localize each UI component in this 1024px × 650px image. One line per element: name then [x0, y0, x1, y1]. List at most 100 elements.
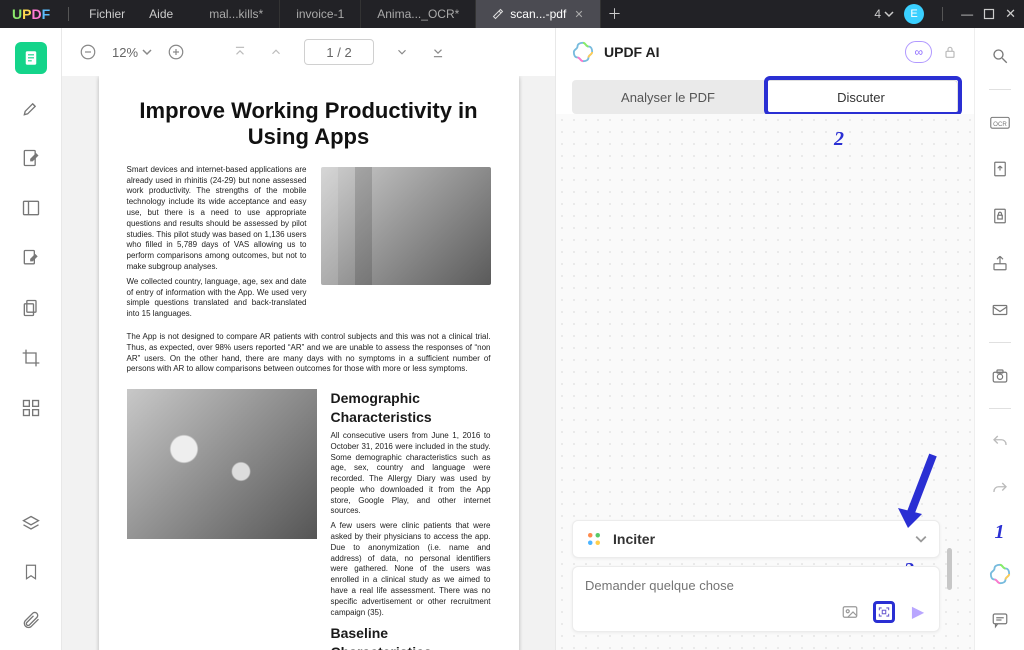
right-toolbar: OCR 1	[974, 28, 1024, 650]
layers-button[interactable]	[15, 508, 47, 540]
chevron-down-icon	[884, 9, 894, 19]
ai-tab-analyze[interactable]: Analyser le PDF	[572, 80, 764, 114]
panel-tool-button[interactable]	[15, 192, 47, 224]
updf-ai-logo-icon	[572, 41, 594, 63]
zoom-out-button[interactable]	[76, 40, 100, 64]
zoom-in-button[interactable]	[164, 40, 188, 64]
search-icon	[991, 47, 1009, 65]
crop-icon	[21, 348, 41, 368]
annotation-label-1: 1	[995, 521, 1005, 544]
copy-tool-button[interactable]	[15, 292, 47, 324]
doc-pane[interactable]: Improve Working Productivity in Using Ap…	[62, 76, 555, 650]
menu-help[interactable]: Aide	[149, 7, 173, 21]
paperclip-icon	[21, 610, 41, 630]
mail-icon	[991, 301, 1009, 319]
export-icon	[991, 160, 1009, 178]
edit-icon	[492, 8, 504, 20]
chevron-down-icon	[395, 45, 409, 59]
undo-button[interactable]	[984, 427, 1016, 456]
doc-tab[interactable]: mal...kills*	[193, 0, 280, 28]
redo-button[interactable]	[984, 474, 1016, 503]
comment-icon	[991, 611, 1009, 629]
undo-icon	[991, 433, 1009, 451]
avatar[interactable]: E	[904, 4, 924, 24]
annotation-label-2: 2	[834, 128, 844, 151]
doc-heading: Baseline Characteristics	[331, 624, 491, 650]
window-close[interactable]: ✕	[1005, 6, 1016, 22]
last-page-button[interactable]	[426, 40, 450, 64]
shield-lock-icon	[991, 207, 1009, 225]
tab-count[interactable]: 4	[874, 7, 894, 21]
share-icon	[991, 254, 1009, 272]
inciter-dropdown[interactable]: Inciter	[572, 520, 940, 558]
infinity-button[interactable]: ∞	[905, 41, 932, 63]
bookmark-button[interactable]	[15, 556, 47, 588]
doc-tab[interactable]: invoice-1	[280, 0, 361, 28]
zoom-out-icon	[79, 43, 97, 61]
pen-page-icon	[21, 148, 41, 168]
ai-tab-discuss[interactable]: Discuter	[764, 80, 958, 114]
chevron-down-icon	[142, 47, 152, 57]
prev-page-button[interactable]	[264, 40, 288, 64]
image-button[interactable]	[839, 601, 861, 623]
screenshot-button[interactable]	[873, 601, 895, 623]
text-tool-button[interactable]	[15, 142, 47, 174]
page-indicator[interactable]: 1 / 2	[304, 39, 374, 65]
image-icon	[841, 603, 859, 621]
zoom-dropdown[interactable]: 12%	[112, 45, 152, 60]
share-button[interactable]	[984, 249, 1016, 278]
apps-icon	[585, 530, 603, 548]
inciter-label: Inciter	[613, 531, 905, 547]
attachment-button[interactable]	[15, 604, 47, 636]
page-tool-button[interactable]	[15, 42, 47, 74]
viewer-toolbar: 12% 1 / 2	[62, 28, 555, 76]
note-tool-button[interactable]	[15, 242, 47, 274]
grid-icon	[21, 398, 41, 418]
ocr-icon: OCR	[990, 113, 1010, 131]
crop-tool-button[interactable]	[15, 342, 47, 374]
ai-toggle-button[interactable]	[984, 558, 1016, 590]
doc-title: Improve Working Productivity in Using Ap…	[127, 98, 491, 151]
annotation-arrow-1	[888, 450, 938, 540]
add-tab-button[interactable]: ＋	[601, 0, 629, 28]
first-page-button[interactable]	[228, 40, 252, 64]
search-button[interactable]	[984, 42, 1016, 71]
ai-ask-input[interactable]	[585, 578, 927, 593]
ai-body: 2 Inciter 3 ▶	[556, 114, 974, 650]
highlight-tool-button[interactable]	[15, 92, 47, 124]
ai-ask-box: ▶	[572, 566, 940, 632]
window-maximize[interactable]	[983, 8, 995, 20]
note-pen-icon	[21, 248, 41, 268]
ai-panel-title: UPDF AI	[604, 44, 895, 60]
protect-button[interactable]	[984, 202, 1016, 231]
save-image-button[interactable]	[984, 361, 1016, 390]
ai-tabs: Analyser le PDF Discuter	[572, 80, 958, 114]
left-toolbar	[0, 28, 62, 650]
export-button[interactable]	[984, 155, 1016, 184]
lock-icon[interactable]	[942, 44, 958, 60]
photo-office	[127, 389, 317, 539]
scrollbar-thumb[interactable]	[947, 548, 952, 590]
sidebar-icon	[21, 198, 41, 218]
doc-tab-active[interactable]: scan...-pdf ✕	[476, 0, 600, 28]
comments-button[interactable]	[984, 604, 1016, 636]
page-icon	[22, 49, 40, 67]
grid-tool-button[interactable]	[15, 392, 47, 424]
menu-file[interactable]: Fichier	[89, 7, 125, 21]
paragraph: The App is not designed to compare AR pa…	[127, 332, 491, 375]
document-viewer: 12% 1 / 2 Improve Working Productivity i…	[62, 28, 556, 650]
photo-conference	[321, 167, 491, 285]
paragraph: All consecutive users from June 1, 2016 …	[331, 431, 491, 517]
zoom-in-icon	[167, 43, 185, 61]
updf-ai-icon	[989, 563, 1011, 585]
next-page-button[interactable]	[390, 40, 414, 64]
send-button[interactable]: ▶	[907, 601, 929, 623]
paragraph: Smart devices and internet-based applica…	[127, 165, 307, 273]
close-icon[interactable]: ✕	[574, 8, 583, 21]
chevron-up-icon	[269, 45, 283, 59]
document-tabs: mal...kills* invoice-1 Anima..._OCR* sca…	[193, 0, 874, 28]
mail-button[interactable]	[984, 296, 1016, 325]
doc-tab[interactable]: Anima..._OCR*	[361, 0, 476, 28]
ocr-button[interactable]: OCR	[984, 108, 1016, 137]
window-minimize[interactable]: —	[961, 7, 973, 21]
